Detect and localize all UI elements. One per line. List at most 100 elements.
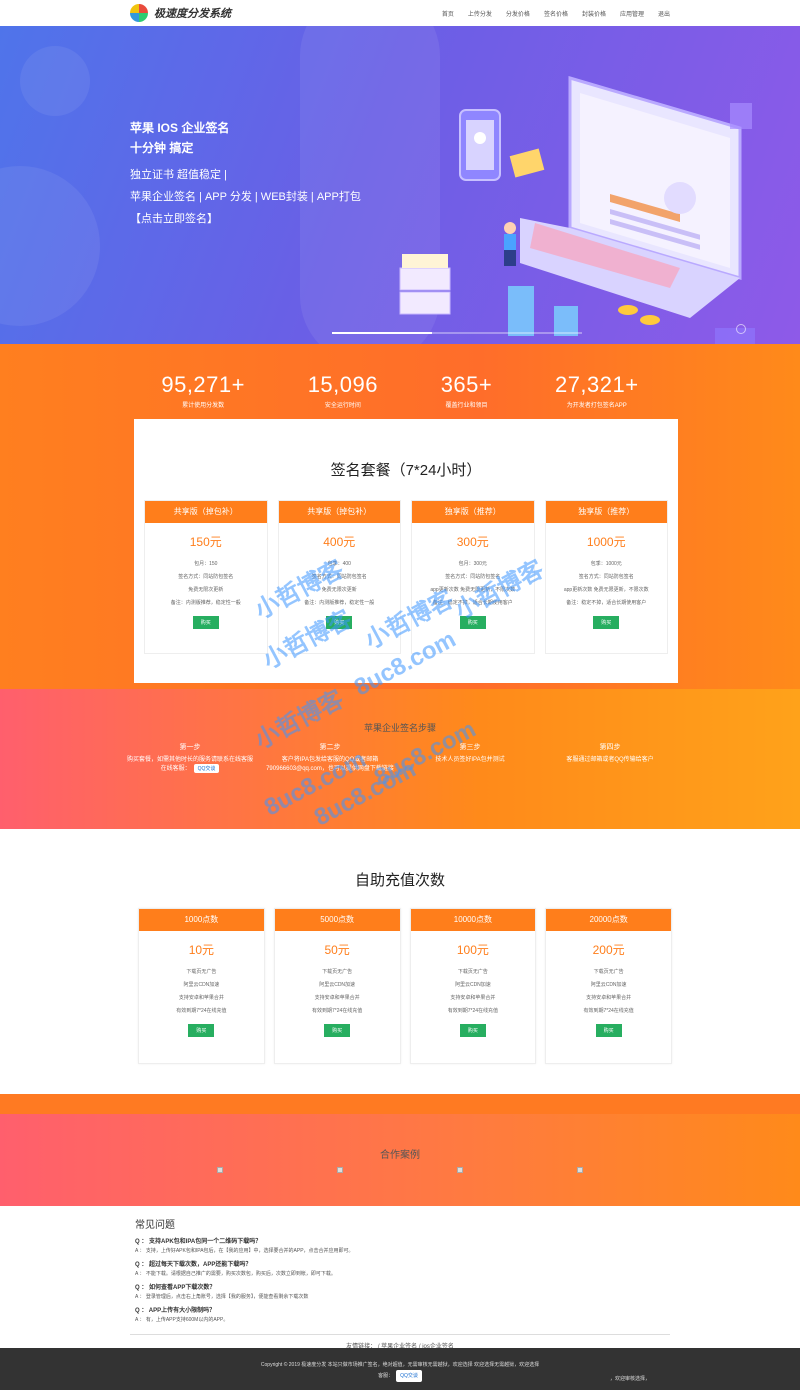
nav-menu: 首页 上传分发 分发价格 签名价格 封装价格 应用管理 退出 — [442, 9, 670, 18]
sign-steps-section: 苹果企业签名步骤 第一步 购买套餐，如需其他时长的服务请联系在线客服 在线客服：… — [0, 689, 800, 829]
footer-copyright: Copyright © 2019 极速度分发 本站只做市场推广签名，绝对超值，无… — [260, 1362, 540, 1368]
recharge-feature: 支持安卓和苹果合并 — [178, 995, 224, 1001]
step-item: 第四步 客服通过邮箱或者QQ传输给客户 — [545, 742, 675, 773]
package-feature: 备注：内测版推荐，稳定性一般 — [304, 600, 375, 606]
recharge-name: 1000点数 — [139, 909, 264, 931]
recharge-feature: 有效到期7*24在线充值 — [176, 1008, 227, 1014]
footer-right-text: ，欢迎审核选择， — [609, 1376, 650, 1382]
recharge-price: 200元 — [592, 943, 625, 957]
stat-item: 15,096 安全运行时间 — [308, 372, 378, 409]
recharge-feature: 阿里云CDN加速 — [454, 982, 491, 988]
step-desc: 客户将IPA包发给客服的QQ或者邮箱790966603@qq.com，也可以提供… — [266, 757, 394, 772]
hero-line-1: 独立证书 超值稳定 | — [130, 169, 227, 181]
recharge-feature: 阿里云CDN加速 — [183, 982, 220, 988]
case-images — [0, 1161, 800, 1173]
package-feature: app更新次数 免费无限更新，不限次数 — [430, 587, 516, 593]
buy-button[interactable]: 购买 — [595, 1024, 622, 1037]
logo-text: 极速度分发系统 — [154, 7, 231, 20]
nav-item-dist-price[interactable]: 分发价格 — [506, 9, 530, 18]
case-image[interactable] — [577, 1167, 583, 1173]
nav-item-home[interactable]: 首页 — [442, 9, 454, 18]
hero-next-icon[interactable] — [736, 324, 746, 334]
footer-qq-button[interactable]: QQ交谈 — [396, 1370, 422, 1382]
package-name: 独享版（推荐） — [545, 501, 667, 523]
nav-item-upload[interactable]: 上传分发 — [468, 9, 492, 18]
package-feature: 签名方式：同站防包签名 — [178, 574, 234, 580]
buy-button[interactable]: 购买 — [324, 1024, 351, 1037]
faq-answer: A ： 有，上传APP支持600M以内的APP。 — [135, 1317, 229, 1323]
recharge-feature: 下载页无广告 — [593, 969, 624, 975]
stats-section: 95,271+ 累计使用分发数 15,096 安全运行时间 365+ 覆盖行业和… — [0, 344, 800, 689]
logo-icon — [130, 4, 148, 22]
stat-label: 为开发者打包签名APP — [566, 403, 627, 409]
sign-packages-panel: 签名套餐（7*24小时） 共享版（掉包补） 150元 包月：150 签名方式：同… — [134, 419, 678, 683]
package-feature: 签名方式：同站防包签名 — [578, 574, 634, 580]
recharge-name: 20000点数 — [546, 909, 671, 931]
step-extra: 在线客服： — [160, 766, 191, 772]
package-feature: 包月：150 — [194, 561, 218, 567]
package-name: 共享版（掉包补） — [145, 501, 267, 523]
buy-button[interactable]: 购买 — [326, 616, 353, 629]
package-feature: 备注：稳定不掉，适合长期使用客户 — [566, 600, 647, 606]
recharge-name: 5000点数 — [274, 909, 400, 931]
package-feature: app更新次数 免费无限更新，不限次数 — [563, 587, 649, 593]
stat-item: 27,321+ 为开发者打包签名APP — [555, 372, 639, 409]
hero-slider-indicator[interactable] — [332, 332, 582, 334]
nav-item-logout[interactable]: 退出 — [658, 9, 670, 18]
buy-button[interactable]: 购买 — [459, 616, 486, 629]
nav-item-sign-price[interactable]: 签名价格 — [544, 9, 568, 18]
case-image[interactable] — [457, 1167, 463, 1173]
recharge-name: 10000点数 — [410, 909, 536, 931]
recharge-price: 100元 — [456, 943, 489, 957]
cases-section: 合作案例 — [0, 1114, 800, 1206]
package-name: 共享版（掉包补） — [278, 501, 400, 523]
nav-item-wrap-price[interactable]: 封装价格 — [582, 9, 606, 18]
recharge-title: 自助充值次数 — [354, 872, 445, 889]
package-feature: 备注：内测版推荐，稳定性一般 — [170, 600, 241, 606]
recharge-card: 10000点数 100元 下载页无广告 阿里云CDN加速 支持安卓和苹果合并 有… — [409, 908, 537, 1064]
recharge-feature: 下载页无广告 — [322, 969, 353, 975]
qq-chat-button[interactable]: QQ交谈 — [193, 764, 220, 773]
step-title: 第二步 — [319, 744, 341, 751]
package-feature: 免费无限次更新 — [188, 587, 224, 593]
case-image[interactable] — [217, 1167, 223, 1173]
faq-answer: A ： 登录管理后，点击右上角账号，选择【我的服务】，便能查看剩余下载次数 — [135, 1294, 309, 1300]
logo[interactable]: 极速度分发系统 — [130, 4, 231, 22]
buy-button[interactable]: 购买 — [459, 1024, 486, 1037]
stat-number: 95,271+ — [161, 372, 245, 397]
stat-item: 365+ 覆盖行业和领目 — [441, 372, 493, 409]
faq-section: 常见问题 Q ： 支持APK包和IPA包同一个二维码下载吗？ A ： 支持，上传… — [0, 1206, 800, 1334]
stat-label: 覆盖行业和领目 — [445, 403, 488, 409]
cases-divider — [0, 1094, 800, 1114]
step-item: 第一步 购买套餐，如需其他时长的服务请联系在线客服 在线客服： QQ交谈 — [125, 742, 255, 773]
buy-button[interactable]: 购买 — [188, 1024, 215, 1037]
nav-item-app-manage[interactable]: 应用管理 — [620, 9, 644, 18]
package-price: 150元 — [189, 535, 222, 549]
recharge-section: 自助充值次数 1000点数 10元 下载页无广告 阿里云CDN加速 支持安卓和苹… — [0, 829, 800, 1094]
recharge-feature: 有效到期7*24在线充值 — [447, 1008, 499, 1014]
hero-line-2: 苹果企业签名 | APP 分发 | WEB封装 | APP打包 — [130, 191, 361, 203]
footer-service-label: 客服： — [378, 1373, 394, 1379]
package-price: 400元 — [323, 535, 356, 549]
buy-button[interactable]: 购买 — [593, 616, 620, 629]
package-feature: 包月：300元 — [458, 561, 487, 567]
package-feature: 包季：400 — [327, 561, 351, 567]
package-name: 独享版（推荐） — [412, 501, 534, 523]
recharge-card: 1000点数 10元 下载页无广告 阿里云CDN加速 支持安卓和苹果合并 有效到… — [138, 908, 265, 1064]
hero-banner: 苹果 IOS 企业签名 十分钟 搞定 独立证书 超值稳定 | 苹果企业签名 | … — [0, 26, 800, 344]
step-title: 第一步 — [179, 744, 201, 751]
hero-sign-button[interactable]: 【点击立即签名】 — [130, 210, 361, 226]
package-feature: 签名方式：同站防包签名 — [311, 574, 367, 580]
faq-question: Q ： 如何查看APP下载次数？ — [135, 1285, 216, 1291]
steps-title: 苹果企业签名步骤 — [363, 723, 436, 733]
recharge-feature: 支持安卓和苹果合并 — [450, 995, 496, 1001]
buy-button[interactable]: 购买 — [192, 616, 219, 629]
faq-title: 常见问题 — [135, 1220, 175, 1231]
stat-label: 安全运行时间 — [324, 403, 361, 409]
recharge-feature: 下载页无广告 — [457, 969, 488, 975]
recharge-feature: 支持安卓和苹果合并 — [586, 995, 632, 1001]
step-desc: 购买套餐，如需其他时长的服务请联系在线客服 — [126, 757, 253, 763]
package-feature: 签名方式：同站防包签名 — [445, 574, 501, 580]
case-image[interactable] — [337, 1167, 343, 1173]
recharge-price: 50元 — [324, 943, 350, 957]
